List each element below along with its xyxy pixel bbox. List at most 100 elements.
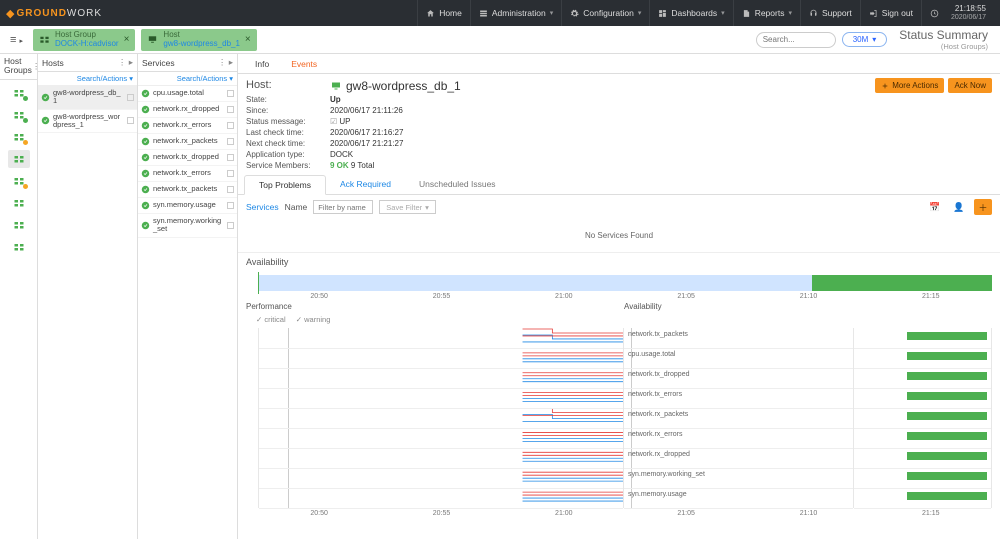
tab-events[interactable]: Events <box>280 54 328 73</box>
perf-service-label: network.rx_packets <box>628 411 688 418</box>
hostgroup-item[interactable] <box>8 84 30 102</box>
nav-home[interactable]: Home <box>417 0 470 26</box>
service-item[interactable]: network.tx_dropped <box>138 150 237 166</box>
service-availability-bar <box>907 332 987 340</box>
service-item[interactable]: network.tx_errors <box>138 166 237 182</box>
status-summary-label: Status Summary (Host Groups) <box>893 28 994 51</box>
reports-icon <box>742 9 751 18</box>
logo-icon: ◆ <box>6 7 14 20</box>
hostgroup-item[interactable] <box>8 216 30 234</box>
filter-input[interactable] <box>313 200 373 214</box>
ack-now-button[interactable]: Ack Now <box>948 78 992 93</box>
add-service-button[interactable]: ＋ <box>974 199 992 215</box>
main-panel: Info Events Host: gw8-wordpress_db_1 Sta… <box>238 54 1000 539</box>
support-icon <box>809 9 818 18</box>
service-checkbox[interactable] <box>227 154 234 161</box>
service-item[interactable]: cpu.usage.total <box>138 86 237 102</box>
no-services-message: No Services Found <box>238 219 1000 253</box>
host-checkbox[interactable] <box>127 94 134 101</box>
tab-host-group[interactable]: Host GroupDOCK-H:cadvisor × <box>33 29 135 51</box>
plus-icon <box>881 82 889 90</box>
menu-toggle[interactable]: ≡ ▸ <box>6 32 27 48</box>
nav-reports[interactable]: Reports▾ <box>733 0 800 26</box>
subtab-unscheduled[interactable]: Unscheduled Issues <box>405 175 510 194</box>
service-checkbox[interactable] <box>227 202 234 209</box>
service-availability-bar <box>907 472 987 480</box>
perf-service-label: syn.memory.working_set <box>628 471 705 478</box>
hostgroup-item[interactable] <box>8 172 30 190</box>
save-filter-button[interactable]: Save Filter▾ <box>379 200 436 214</box>
logout-icon <box>869 9 878 18</box>
dashboard-icon <box>658 9 667 18</box>
service-checkbox[interactable] <box>227 138 234 145</box>
user-icon[interactable]: 👤 <box>950 199 968 215</box>
perf-service-label: cpu.usage.total <box>628 351 675 358</box>
column-menu-icon[interactable]: ⋮ ▸ <box>118 57 133 68</box>
service-availability-bar <box>907 492 987 500</box>
top-nav: ◆ GROUNDWORK Home Administration▾ Config… <box>0 0 1000 26</box>
service-item[interactable]: network.tx_packets <box>138 182 237 198</box>
service-checkbox[interactable] <box>227 90 234 97</box>
services-search-actions[interactable]: Search/Actions ▾ <box>138 72 237 86</box>
nav-dashboards[interactable]: Dashboards▾ <box>649 0 732 26</box>
home-icon <box>426 9 435 18</box>
service-availability-bar <box>907 372 987 380</box>
chevron-down-icon: ▾ <box>638 9 642 17</box>
service-item[interactable]: syn.memory.working_set <box>138 214 237 238</box>
column-menu-icon[interactable]: ⋮ ▸ <box>218 57 233 68</box>
hosts-search-actions[interactable]: Search/Actions ▾ <box>38 72 137 86</box>
perf-legend: ✓ critical ✓ warning <box>238 313 1000 326</box>
nav-administration[interactable]: Administration▾ <box>470 0 561 26</box>
service-item[interactable]: syn.memory.usage <box>138 198 237 214</box>
gear-icon <box>570 9 579 18</box>
column-services: Services⋮ ▸ Search/Actions ▾ cpu.usage.t… <box>138 54 238 539</box>
close-icon[interactable]: × <box>124 34 130 45</box>
hostgroup-item[interactable] <box>8 106 30 124</box>
perf-service-label: network.tx_packets <box>628 331 688 338</box>
column-hosts: Hosts⋮ ▸ Search/Actions ▾ gw8-wordpress_… <box>38 54 138 539</box>
hostgroup-item[interactable] <box>8 128 30 146</box>
subtab-ack-required[interactable]: Ack Required <box>326 175 405 194</box>
more-actions-button[interactable]: More Actions <box>875 78 944 93</box>
service-item[interactable]: network.rx_dropped <box>138 102 237 118</box>
logo-text: GROUNDWORK <box>16 8 102 19</box>
service-checkbox[interactable] <box>227 122 234 129</box>
chevron-down-icon: ▾ <box>550 9 554 17</box>
service-checkbox[interactable] <box>227 222 234 229</box>
clock-icon <box>930 9 939 18</box>
performance-chart: network.tx_packets cpu.usage.total network… <box>258 328 992 508</box>
calendar-icon[interactable]: 📅 <box>926 199 944 215</box>
subtab-top-problems[interactable]: Top Problems <box>244 175 326 195</box>
service-item[interactable]: network.rx_packets <box>138 134 237 150</box>
availability-timeline <box>258 275 992 291</box>
perf-service-label: network.rx_errors <box>628 431 682 438</box>
tab-host[interactable]: Hostgw8-wordpress_db_1 × <box>141 29 256 51</box>
service-checkbox[interactable] <box>227 106 234 113</box>
admin-icon <box>479 9 488 18</box>
hostgroup-item[interactable] <box>8 194 30 212</box>
time-range-picker[interactable]: 30M▾ <box>842 32 888 47</box>
host-item[interactable]: gw8-wordpress_db_1 <box>38 86 137 110</box>
nav-sign-out[interactable]: Sign out <box>860 0 921 26</box>
nav-support[interactable]: Support <box>800 0 860 26</box>
service-checkbox[interactable] <box>227 170 234 177</box>
chevron-down-icon: ▾ <box>721 9 725 17</box>
service-checkbox[interactable] <box>227 186 234 193</box>
host-item[interactable]: gw8-wordpress_wordpress_1 <box>38 110 137 134</box>
service-item[interactable]: network.rx_errors <box>138 118 237 134</box>
hostgroup-item[interactable] <box>8 238 30 256</box>
service-availability-bar <box>907 412 987 420</box>
nav-clock: 21:18:55 2020/06/17 <box>921 0 994 26</box>
hostgroup-item[interactable] <box>8 150 30 168</box>
global-search-input[interactable] <box>756 32 836 48</box>
host-checkbox[interactable] <box>127 117 134 124</box>
close-icon[interactable]: × <box>245 34 251 45</box>
perf-service-label: network.tx_errors <box>628 391 682 398</box>
nav-configuration[interactable]: Configuration▾ <box>561 0 649 26</box>
services-link[interactable]: Services <box>246 202 279 212</box>
availability-column-title: Availability <box>624 302 992 311</box>
availability-title: Availability <box>238 253 1000 271</box>
perf-service-label: network.tx_dropped <box>628 371 689 378</box>
host-icon <box>147 34 158 45</box>
tab-info[interactable]: Info <box>244 54 280 73</box>
